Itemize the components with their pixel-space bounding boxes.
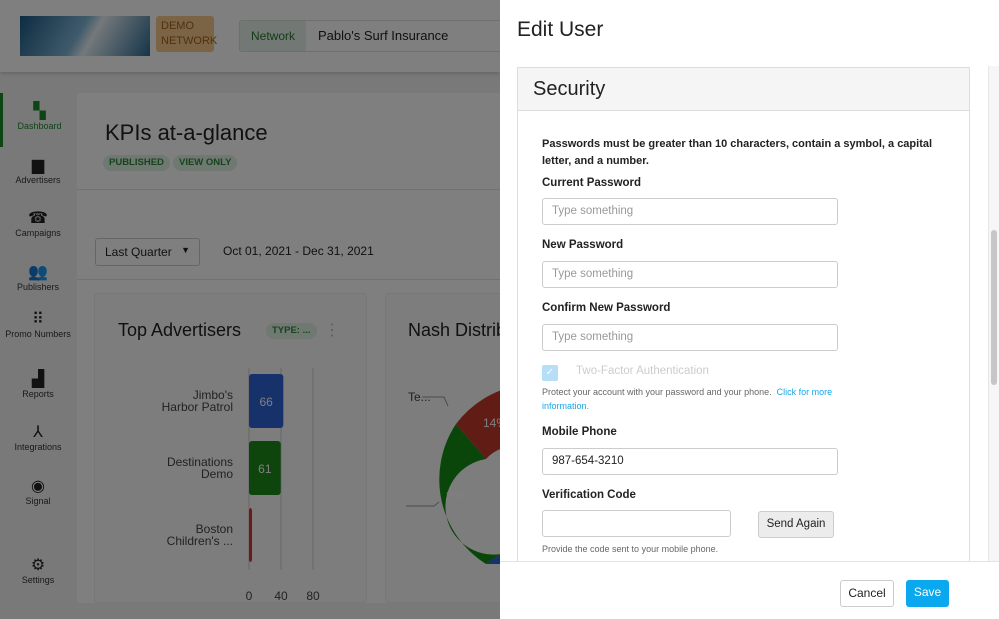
save-button[interactable]: Save	[906, 580, 949, 607]
send-again-button[interactable]: Send Again	[758, 511, 834, 538]
current-password-input[interactable]: Type something	[542, 198, 838, 225]
mobile-phone-label: Mobile Phone	[542, 426, 617, 438]
mobile-phone-input[interactable]: 987-654-3210	[542, 448, 838, 475]
confirm-password-input[interactable]: Type something	[542, 324, 838, 351]
check-icon: ✓	[545, 367, 555, 378]
verification-code-label: Verification Code	[542, 489, 636, 501]
verification-help: Provide the code sent to your mobile pho…	[542, 544, 719, 554]
section-title: Security	[518, 68, 969, 111]
new-password-label: New Password	[542, 239, 624, 251]
two-factor-help-text: Protect your account with your password …	[542, 387, 772, 397]
cancel-button[interactable]: Cancel	[840, 580, 894, 607]
drawer-title: Edit User	[517, 18, 604, 41]
confirm-password-label: Confirm New Password	[542, 302, 671, 314]
edit-user-drawer: Edit User Security Passwords must be gre…	[500, 0, 999, 619]
dashboard-background: DEMO NETWORK Network Pablo's Surf Insura…	[0, 0, 500, 619]
modal-backdrop[interactable]	[0, 0, 500, 619]
new-password-input[interactable]: Type something	[542, 261, 838, 288]
two-factor-checkbox[interactable]: ✓	[542, 365, 558, 381]
password-rules: Passwords must be greater than 10 charac…	[542, 138, 933, 167]
drawer-footer: Cancel Save	[500, 561, 999, 619]
security-panel: Security Passwords must be greater than …	[517, 67, 970, 561]
scrollbar[interactable]	[988, 66, 999, 561]
verification-code-input[interactable]	[542, 510, 731, 537]
two-factor-help: Protect your account with your password …	[542, 385, 852, 413]
current-password-label: Current Password	[542, 177, 642, 189]
two-factor-label: Two-Factor Authentication	[576, 365, 709, 377]
scrollbar-thumb[interactable]	[991, 230, 997, 385]
